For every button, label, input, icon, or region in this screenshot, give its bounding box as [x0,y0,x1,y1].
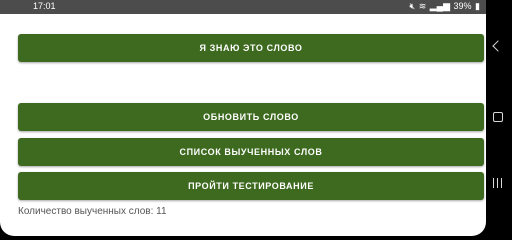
battery-icon: ▮ [475,1,480,11]
home-icon[interactable] [493,112,503,122]
mute-icon: 🔇︎ [409,1,416,11]
know-word-button[interactable]: Я ЗНАЮ ЭТО СЛОВО [18,34,484,62]
learned-words-list-button[interactable]: СПИСОК ВЫУЧЕННЫХ СЛОВ [18,138,484,166]
back-icon[interactable] [492,40,504,52]
wifi-icon: ≋ [418,1,427,11]
learned-words-count: Количество выученных слов: 11 [18,206,167,217]
signal-icon: ▂▄▆ [429,1,450,11]
recents-icon[interactable] [492,178,504,188]
app-screen: 17:01 🔇︎ ≋ ▂▄▆ 39% ▮ Я ЗНАЮ ЭТО СЛОВО ОБ… [0,0,486,236]
battery-percent: 39% [453,1,472,11]
refresh-word-button[interactable]: ОБНОВИТЬ СЛОВО [18,103,484,131]
start-test-button[interactable]: ПРОЙТИ ТЕСТИРОВАНИЕ [18,172,484,200]
status-time: 17:01 [33,1,56,11]
navigation-bar [486,0,512,236]
status-icons: 🔇︎ ≋ ▂▄▆ 39% ▮ [409,1,480,12]
status-bar: 17:01 🔇︎ ≋ ▂▄▆ 39% ▮ [0,0,486,14]
